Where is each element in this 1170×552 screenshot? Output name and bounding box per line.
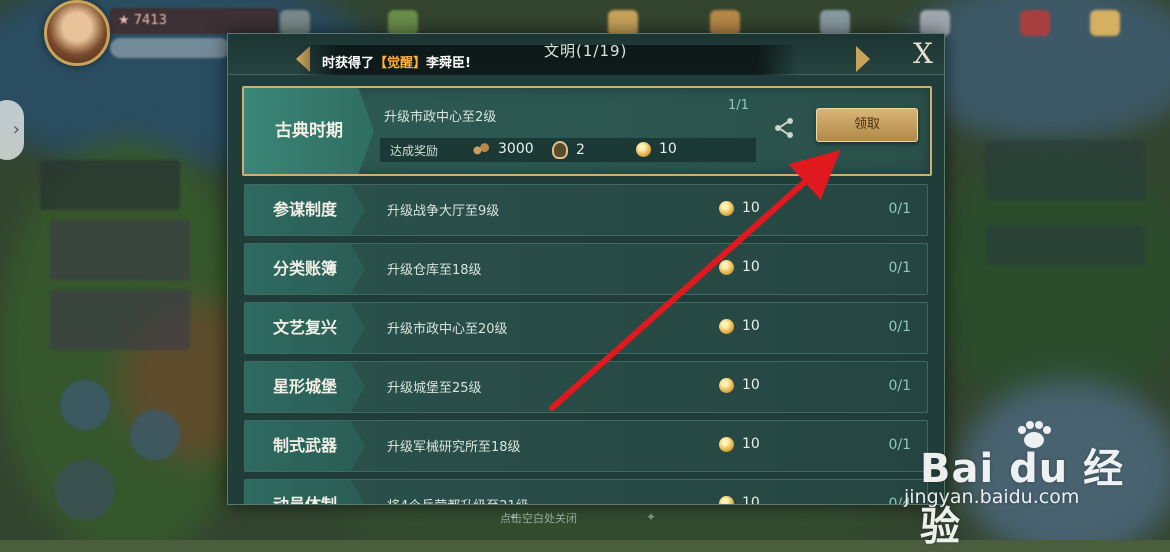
coin-icon: [719, 436, 734, 452]
reward-value: 10: [742, 377, 760, 393]
task-description: 升级城堡至25级: [387, 381, 482, 396]
share-icon[interactable]: [772, 116, 796, 140]
task-progress: 0/1: [888, 201, 911, 217]
right-side-panel: [985, 140, 1145, 200]
baidu-watermark: Bai du 经验 jingyan.baidu.com: [890, 420, 1160, 550]
coin-icon: [719, 200, 734, 216]
era-tag: 古典时期: [244, 88, 374, 174]
reward-value: 10: [742, 436, 760, 452]
coin-icon: [636, 141, 651, 157]
resource-icon: [1020, 10, 1050, 36]
task-progress: 0/1: [888, 319, 911, 335]
task-description: 将4个兵营都升级至21级: [387, 495, 529, 504]
coin-icon: [719, 318, 734, 334]
featured-task-row: 古典时期 升级市政中心至2级 1/1 达成奖励 3000 2 10 领取: [242, 86, 932, 176]
era-tag: 参谋制度: [245, 185, 365, 235]
task-row: 参谋制度 升级战争大厅至9级 10 0/1: [244, 184, 928, 236]
task-row: 分类账簿 升级仓库至18级 10 0/1: [244, 243, 928, 295]
watermark-url: jingyan.baidu.com: [904, 486, 1080, 508]
era-tag: 文艺复兴: [245, 303, 365, 353]
close-hint[interactable]: 点击空白处关闭: [500, 510, 577, 526]
era-tag: 星形城堡: [245, 362, 365, 412]
task-description: 升级仓库至18级: [387, 263, 482, 278]
medal-icon: [552, 141, 568, 159]
era-tag: 分类账簿: [245, 244, 365, 294]
rewards-bar: 达成奖励 3000 2 10: [380, 138, 756, 162]
coin-icon: [719, 495, 734, 504]
resource-icon: [1090, 10, 1120, 36]
task-row: 星形城堡 升级城堡至25级 10 0/1: [244, 361, 928, 413]
reward-item: 10: [636, 141, 677, 157]
chevron-right-icon: [856, 46, 870, 72]
reward-value: 2: [576, 142, 585, 158]
decoration-icon: ✦: [646, 510, 657, 524]
reward-value: 10: [742, 200, 760, 216]
task-row: 动员体制 将4个兵营都升级至21级 10 0/4: [244, 479, 928, 505]
left-side-panel: [0, 90, 230, 540]
task-description: 升级市政中心至20级: [387, 322, 508, 337]
task-description: 升级军械研究所至18级: [387, 440, 521, 455]
rewards-label: 达成奖励: [390, 144, 439, 158]
player-exp-bar: [110, 38, 230, 58]
task-progress: 0/1: [888, 260, 911, 276]
wood-icon: [472, 142, 490, 156]
era-tag: 动员体制: [245, 480, 365, 504]
reward-value: 3000: [498, 141, 534, 157]
task-description: 升级战争大厅至9级: [387, 204, 500, 219]
right-side-panel: [985, 225, 1145, 265]
coin-icon: [719, 259, 734, 275]
task-row: 文艺复兴 升级市政中心至20级 10 0/1: [244, 302, 928, 354]
player-power-bar: ★ 7413: [110, 8, 278, 34]
player-avatar[interactable]: [44, 0, 110, 66]
reward-item: 3000: [472, 141, 534, 157]
ticker-suffix: 李舜臣!: [426, 56, 471, 71]
task-progress: 0/1: [888, 378, 911, 394]
task-description: 升级市政中心至2级: [384, 110, 497, 125]
modal-title: 文明(1/19): [544, 42, 628, 60]
reward-value: 10: [659, 141, 677, 157]
task-progress: 1/1: [728, 98, 749, 113]
ticker-prefix: 时获得了: [322, 56, 375, 71]
claim-button[interactable]: 领取: [816, 108, 918, 142]
reward-value: 10: [742, 495, 760, 505]
reward-value: 10: [742, 318, 760, 334]
task-list: 古典时期 升级市政中心至2级 1/1 达成奖励 3000 2 10 领取 参谋制…: [242, 86, 932, 505]
close-button[interactable]: X: [908, 37, 938, 71]
reward-item: 2: [552, 141, 585, 159]
civilization-modal: 时获得了【觉醒】李舜臣! 文明(1/19) X 古典时期 升级市政中心至2级 1…: [227, 33, 945, 505]
era-tag: 制式武器: [245, 421, 365, 471]
coin-icon: [719, 377, 734, 393]
ticker-highlight: 【觉醒】: [374, 56, 427, 71]
reward-value: 10: [742, 259, 760, 275]
task-row: 制式武器 升级军械研究所至18级 10 0/1: [244, 420, 928, 472]
